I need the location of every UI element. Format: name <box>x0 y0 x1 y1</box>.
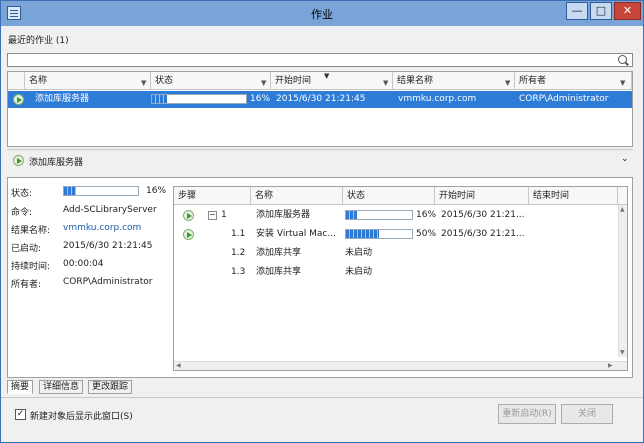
scroll-left-icon[interactable]: ◀ <box>176 362 181 369</box>
footer-divider <box>1 397 643 398</box>
running-job-icon <box>13 94 24 105</box>
step-progress-bar <box>345 210 413 220</box>
state-label: 状态: <box>11 189 33 199</box>
jobs-window: 作业 — □ ✕ 最近的作业 (1) 名称 状态 开始时间 结果名称 所有者 ▼… <box>0 0 644 443</box>
column-header-result-name[interactable]: 结果名称 <box>393 72 515 90</box>
steps-grid: 步骤 名称 状态 开始时间 结束时间 − 1 添加库服务器 16% 2015/6… <box>173 186 628 371</box>
tab-summary[interactable]: 摘要 <box>7 380 34 394</box>
table-row[interactable]: 1.2 添加库共享 未启动 <box>174 244 627 262</box>
command-value: Add-SCLibraryServer <box>63 205 157 215</box>
running-step-icon <box>183 229 194 240</box>
duration-value: 00:00:04 <box>63 259 104 269</box>
started-value: 2015/6/30 21:21:45 <box>63 241 153 251</box>
column-header-owner[interactable]: 所有者 <box>515 72 632 90</box>
step-progress-fill <box>346 211 357 219</box>
jobs-grid-header: 名称 状态 开始时间 结果名称 所有者 ▼ ▼ ▼ ▼ ▼ ▼ <box>8 72 632 90</box>
scroll-right-icon[interactable]: ▶ <box>608 362 613 369</box>
step-name: 添加库服务器 <box>256 210 311 220</box>
horizontal-scrollbar[interactable]: ◀ ▶ <box>174 361 627 370</box>
chevron-down-icon[interactable]: ▼ <box>383 79 388 87</box>
show-window-checkbox-label[interactable]: 新建对象后显示此窗口(S) <box>30 409 133 422</box>
duration-label: 持续时间: <box>11 262 51 272</box>
state-progress-fill <box>64 187 76 195</box>
job-start-time: 2015/6/30 21:21:45 <box>276 94 366 104</box>
running-step-icon <box>183 210 194 221</box>
state-progress-bar <box>63 186 139 196</box>
search-input[interactable] <box>7 53 633 67</box>
column-header-name[interactable]: 名称 <box>251 187 343 205</box>
jobs-grid: 名称 状态 开始时间 结果名称 所有者 ▼ ▼ ▼ ▼ ▼ ▼ 添加库服务器 1… <box>7 71 633 147</box>
owner-label: 所有者: <box>11 280 42 290</box>
step-name: 添加库共享 <box>256 248 302 258</box>
chevron-down-icon[interactable]: ▼ <box>141 79 146 87</box>
chevron-down-icon[interactable]: ▼ <box>261 79 266 87</box>
search-icon[interactable] <box>618 55 627 64</box>
tab-details[interactable]: 详细信息 <box>39 380 84 394</box>
step-name: 添加库共享 <box>256 267 302 277</box>
step-progress-bar <box>345 229 413 239</box>
close-button[interactable]: 关闭 <box>561 404 613 424</box>
step-start-time: 2015/6/30 21:21... <box>441 210 525 220</box>
job-name: 添加库服务器 <box>35 94 90 104</box>
running-job-icon <box>13 155 24 166</box>
job-owner: CORP\Administrator <box>519 94 609 104</box>
sort-descending-icon: ▼ <box>324 72 330 80</box>
step-progress-fill <box>346 230 379 238</box>
scroll-up-icon[interactable]: ▲ <box>620 206 625 213</box>
column-header-end-time[interactable]: 结束时间 <box>529 187 618 205</box>
steps-grid-header: 步骤 名称 状态 开始时间 结束时间 <box>174 187 627 205</box>
column-header-status[interactable]: 状态 <box>343 187 435 205</box>
job-progress-fill <box>152 95 168 103</box>
minimize-button[interactable]: — <box>566 2 588 20</box>
scroll-down-icon[interactable]: ▼ <box>620 349 625 356</box>
step-number: 1.1 <box>231 229 246 239</box>
started-label: 已启动: <box>11 244 42 254</box>
owner-value: CORP\Administrator <box>63 277 153 287</box>
show-window-checkbox[interactable]: ✓ <box>15 409 26 420</box>
result-name-label: 结果名称: <box>11 226 51 236</box>
table-row[interactable]: 1.3 添加库共享 未启动 <box>174 263 627 281</box>
maximize-button[interactable]: □ <box>590 2 612 20</box>
step-name: 安装 Virtual Mac... <box>256 229 336 239</box>
column-header-start-time[interactable]: 开始时间 <box>435 187 529 205</box>
column-header-name[interactable]: 名称 <box>25 72 151 90</box>
step-status-text: 未启动 <box>345 248 373 258</box>
step-status-percent: 50% <box>416 229 437 239</box>
step-status-percent: 16% <box>416 210 437 220</box>
column-header-icon <box>8 72 25 90</box>
column-header-start-time[interactable]: 开始时间 <box>271 72 393 90</box>
step-number: 1.2 <box>231 248 246 258</box>
recent-jobs-label: 最近的作业 (1) <box>8 36 69 46</box>
window-title: 作业 <box>311 8 333 21</box>
result-name-link[interactable]: vmmku.corp.com <box>63 223 141 233</box>
chevron-down-icon[interactable]: ⌄ <box>621 154 629 164</box>
chevron-down-icon[interactable]: ▼ <box>620 79 625 87</box>
title-bar: 作业 — □ ✕ <box>1 1 643 26</box>
command-label: 命令: <box>11 208 33 218</box>
restart-button[interactable]: 重新启动(R) <box>498 404 556 424</box>
vertical-scrollbar[interactable]: ▲ ▼ <box>618 205 627 357</box>
step-start-time: 2015/6/30 21:21... <box>441 229 525 239</box>
job-result-name: vmmku.corp.com <box>398 94 477 104</box>
step-status-text: 未启动 <box>345 267 373 277</box>
table-row[interactable]: 添加库服务器 16% 2015/6/30 21:21:45 vmmku.corp… <box>8 91 632 108</box>
tab-change-tracking[interactable]: 更改跟踪 <box>88 380 133 394</box>
table-row[interactable]: − 1 添加库服务器 16% 2015/6/30 21:21... <box>174 206 627 224</box>
table-row[interactable]: 1.1 安装 Virtual Mac... 50% 2015/6/30 21:2… <box>174 225 627 243</box>
job-status-percent: 16% <box>250 94 271 104</box>
state-percent: 16% <box>146 186 167 196</box>
collapse-icon[interactable]: − <box>208 211 217 220</box>
chevron-down-icon[interactable]: ▼ <box>505 79 510 87</box>
close-window-button[interactable]: ✕ <box>614 2 641 20</box>
step-number: 1.3 <box>231 267 246 277</box>
column-header-status[interactable]: 状态 <box>151 72 271 90</box>
job-progress-bar <box>151 94 247 104</box>
step-number: 1 <box>221 210 227 220</box>
detail-expander[interactable] <box>7 149 633 169</box>
expander-title: 添加库服务器 <box>29 158 84 168</box>
column-header-step[interactable]: 步骤 <box>174 187 251 205</box>
